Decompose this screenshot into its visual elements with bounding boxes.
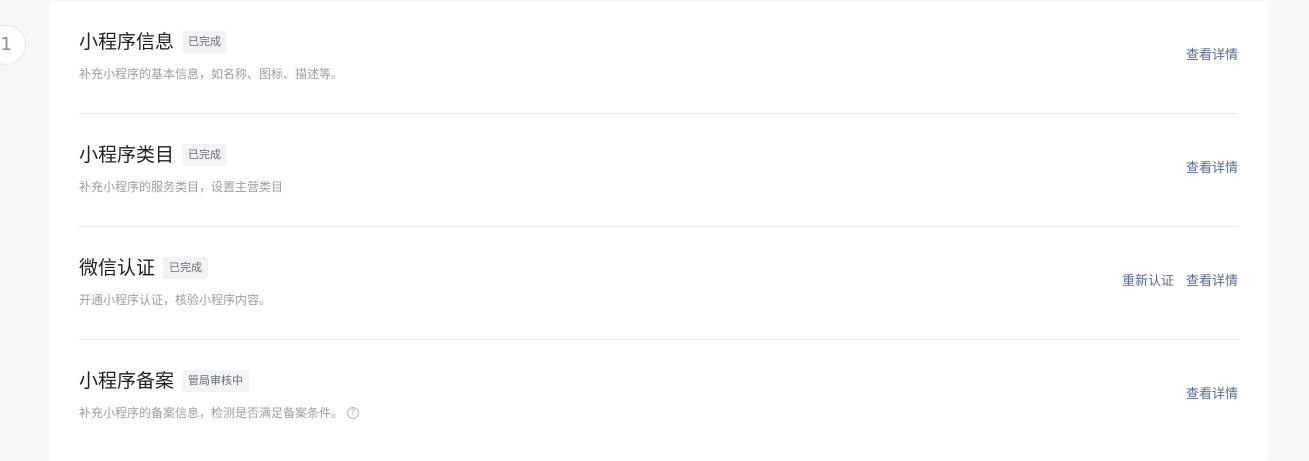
reverify-link[interactable]: 重新认证 bbox=[1122, 272, 1174, 292]
row-actions: 查看详情 bbox=[1186, 385, 1238, 405]
step-number: 1 bbox=[0, 34, 12, 55]
row-description-text: 开通小程序认证，核验小程序内容。 bbox=[79, 293, 272, 307]
row-title: 小程序信息 bbox=[79, 31, 175, 53]
row-description-text: 补充小程序的备案信息，检测是否满足备案条件。 bbox=[79, 406, 344, 420]
status-badge: 已完成 bbox=[163, 257, 209, 279]
row-actions: 查看详情 bbox=[1186, 46, 1238, 66]
question-circle-icon[interactable]: ? bbox=[347, 407, 360, 419]
settings-card: 小程序信息 已完成 补充小程序的基本信息，如名称、图标、描述等。 查看详情 小程… bbox=[49, 1, 1268, 461]
row-title: 小程序备案 bbox=[79, 370, 175, 392]
row-mini-program-category: 小程序类目 已完成 补充小程序的服务类目，设置主营类目 查看详情 bbox=[79, 114, 1238, 227]
view-details-link[interactable]: 查看详情 bbox=[1186, 159, 1238, 179]
status-badge: 管局审核中 bbox=[182, 370, 250, 392]
step-number-badge: 1 bbox=[0, 25, 26, 65]
row-header: 小程序信息 已完成 bbox=[79, 29, 228, 55]
row-description: 补充小程序的备案信息，检测是否满足备案条件。 ? bbox=[79, 404, 360, 422]
row-description: 开通小程序认证，核验小程序内容。 bbox=[79, 291, 271, 309]
view-details-link[interactable]: 查看详情 bbox=[1186, 385, 1238, 405]
row-actions: 重新认证 查看详情 bbox=[1122, 272, 1238, 292]
row-header: 微信认证 已完成 bbox=[79, 255, 209, 281]
status-badge: 已完成 bbox=[182, 31, 228, 53]
row-description: 补充小程序的基本信息，如名称、图标、描述等。 bbox=[79, 65, 343, 83]
row-header: 小程序备案 管局审核中 bbox=[79, 368, 250, 394]
view-details-link[interactable]: 查看详情 bbox=[1186, 46, 1238, 66]
row-description-text: 补充小程序的服务类目，设置主营类目 bbox=[79, 180, 284, 194]
row-wechat-verification: 微信认证 已完成 开通小程序认证，核验小程序内容。 重新认证 查看详情 bbox=[79, 227, 1238, 340]
row-actions: 查看详情 bbox=[1186, 159, 1238, 179]
status-badge: 已完成 bbox=[182, 144, 228, 166]
row-mini-program-filing: 小程序备案 管局审核中 补充小程序的备案信息，检测是否满足备案条件。 ? 查看详… bbox=[79, 340, 1238, 453]
row-title: 小程序类目 bbox=[79, 144, 175, 166]
row-header: 小程序类目 已完成 bbox=[79, 142, 228, 168]
view-details-link[interactable]: 查看详情 bbox=[1186, 272, 1238, 292]
row-title: 微信认证 bbox=[79, 257, 156, 279]
row-mini-program-info: 小程序信息 已完成 补充小程序的基本信息，如名称、图标、描述等。 查看详情 bbox=[79, 1, 1238, 114]
row-description-text: 补充小程序的基本信息，如名称、图标、描述等。 bbox=[79, 67, 344, 81]
row-description: 补充小程序的服务类目，设置主营类目 bbox=[79, 178, 283, 196]
